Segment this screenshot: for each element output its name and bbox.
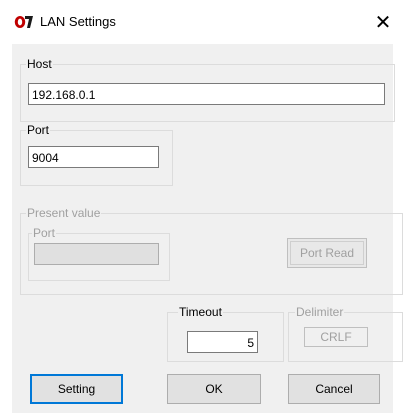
app-logo-icon: [14, 16, 33, 28]
port-input[interactable]: 9004: [28, 146, 159, 168]
close-button[interactable]: ✕: [368, 9, 398, 37]
title-bar: LAN Settings ✕: [0, 0, 405, 44]
host-input[interactable]: 192.168.0.1: [28, 83, 385, 105]
port-read-button: Port Read: [287, 238, 367, 268]
present-value-label: Present value: [26, 206, 102, 220]
close-icon: ✕: [374, 12, 392, 34]
delimiter-label: Delimiter: [295, 305, 345, 319]
setting-button[interactable]: Setting: [30, 374, 123, 404]
ok-button[interactable]: OK: [167, 374, 261, 404]
host-label: Host: [26, 57, 53, 71]
present-port-display: [34, 243, 159, 265]
dialog-body: Host 192.168.0.1 Port 9004 Present value…: [12, 44, 403, 413]
timeout-label: Timeout: [178, 305, 223, 319]
timeout-input[interactable]: 5: [187, 331, 258, 353]
delimiter-display: CRLF: [304, 327, 368, 347]
port-label: Port: [26, 123, 51, 137]
cancel-button[interactable]: Cancel: [288, 374, 380, 404]
port-read-label: Port Read: [290, 241, 364, 265]
present-port-label: Port: [32, 226, 57, 240]
window-title: LAN Settings: [40, 14, 116, 29]
